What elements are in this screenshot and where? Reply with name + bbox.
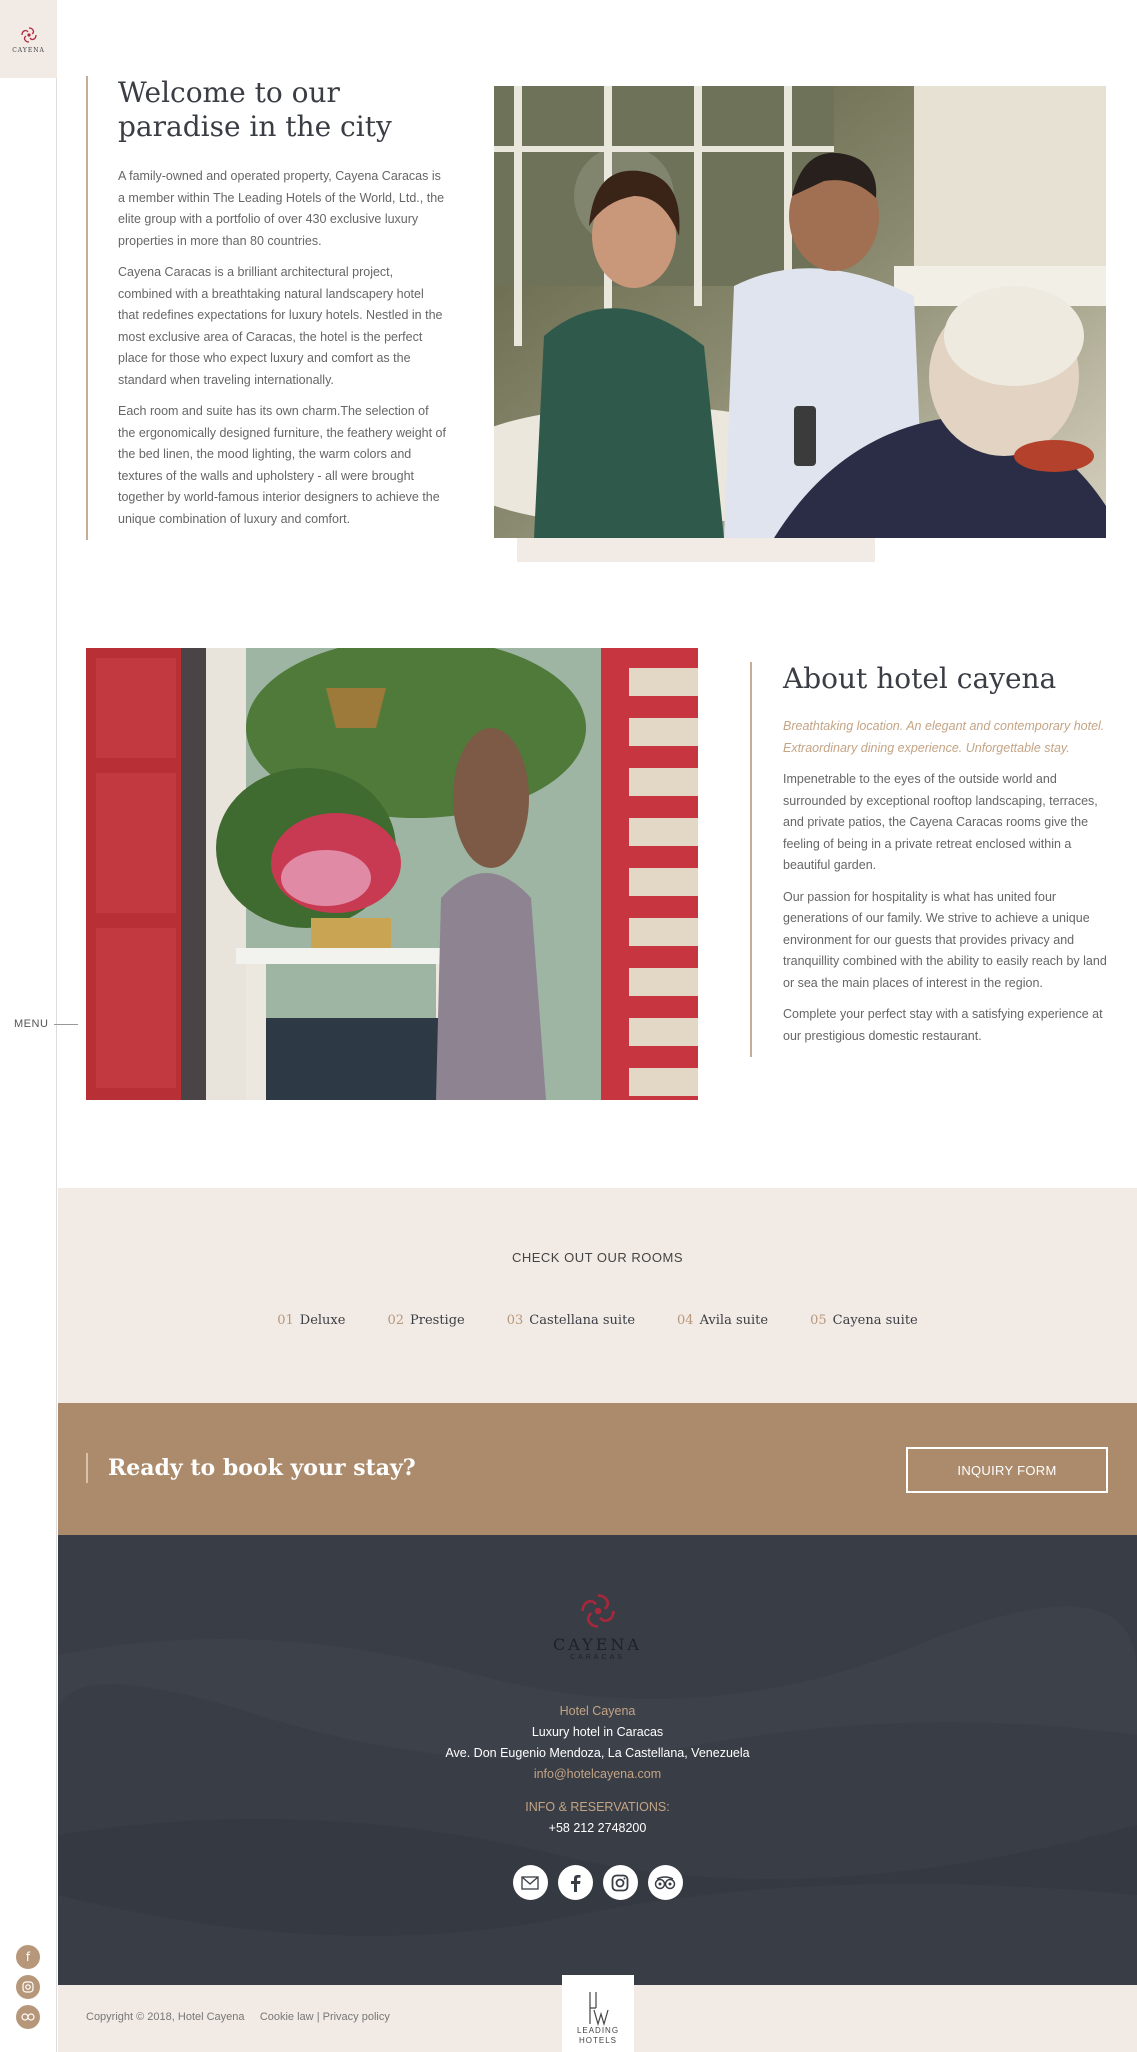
room-link-prestige[interactable]: 02 Prestige	[387, 1313, 464, 1328]
rooms-list: 01 Deluxe 02 Prestige 03 Castellana suite 0…	[58, 1313, 1137, 1328]
footer-tagline: Luxury hotel in Caracas	[531, 1725, 664, 1739]
bottom-bar: Copyright © 2018, Hotel Cayena Cookie la…	[58, 1975, 1137, 2052]
lhw-logo-icon	[589, 1992, 609, 2026]
booking-cta: Ready to book your stay? INQUIRY FORM	[58, 1403, 1137, 1535]
left-sidebar: CAYENA MENU f	[0, 0, 79, 2052]
about-paragraph: Complete your perfect stay with a satisf…	[783, 1007, 1103, 1043]
cayena-logo-icon	[580, 1594, 615, 1628]
footer-contact-info: Hotel Cayena Luxury hotel in Caracas Ave…	[58, 1701, 1137, 1839]
sidebar-social: f	[16, 1945, 40, 2029]
room-link-avila-suite[interactable]: 04 Avila suite	[677, 1313, 768, 1328]
footer-logo[interactable]: CAYENA CARACAS	[58, 1589, 1137, 1661]
privacy-policy-link[interactable]: Privacy policy	[323, 2011, 390, 2023]
room-link-castellana-suite[interactable]: 03 Castellana suite	[507, 1313, 635, 1328]
room-number: 05	[810, 1313, 827, 1328]
footer-separator: |	[316, 2011, 320, 2023]
footer-social	[58, 1865, 1137, 1900]
footer: CAYENA CARACAS Hotel Cayena Luxury hotel…	[58, 1535, 1137, 1985]
menu-label: MENU	[14, 1018, 49, 1030]
room-label: Avila suite	[699, 1313, 769, 1328]
footer-reservations-label: INFO & RESERVATIONS:	[525, 1800, 670, 1814]
footer-hotel-name: Hotel Cayena	[559, 1704, 636, 1718]
cayena-logo-icon	[20, 26, 37, 43]
rooms-section: CHECK OUT OUR ROOMS 01 Deluxe 02 Prestige …	[58, 1188, 1137, 1403]
mail-icon[interactable]	[512, 1865, 548, 1900]
lhw-line2: HOTELS	[578, 2036, 617, 2045]
about-lead: Breathtaking location. An elegant and co…	[783, 719, 1105, 755]
room-number: 02	[387, 1313, 404, 1328]
room-label: Deluxe	[299, 1313, 346, 1328]
cta-title: Ready to book your stay?	[86, 1453, 416, 1483]
sidebar-logo[interactable]: CAYENA	[0, 0, 57, 78]
welcome-title: Welcome to our paradise in the city	[118, 76, 392, 143]
about-title: About hotel cayena	[783, 662, 1057, 695]
welcome-text-block: Welcome to our paradise in the city A fa…	[86, 76, 446, 540]
copyright-line: Copyright © 2018, Hotel Cayena Cookie la…	[86, 2011, 390, 2023]
menu-line	[54, 1023, 79, 1025]
footer-address: Ave. Don Eugenio Mendoza, La Castellana,…	[445, 1746, 750, 1760]
about-paragraph: Impenetrable to the eyes of the outside …	[783, 772, 1098, 872]
cookie-law-link[interactable]: Cookie law	[260, 2011, 314, 2023]
instagram-icon[interactable]	[602, 1865, 638, 1900]
welcome-photo	[494, 86, 1106, 538]
room-link-deluxe[interactable]: 01 Deluxe	[277, 1313, 345, 1328]
room-label: Castellana suite	[529, 1313, 636, 1328]
instagram-icon[interactable]	[16, 1975, 40, 1999]
welcome-paragraph: A family-owned and operated property, Ca…	[118, 169, 445, 248]
welcome-paragraph: Each room and suite has its own charm.Th…	[118, 404, 446, 526]
footer-phone[interactable]: +58 212 2748200	[58, 1818, 1137, 1839]
room-link-cayena-suite[interactable]: 05 Cayena suite	[810, 1313, 918, 1328]
room-number: 03	[506, 1313, 524, 1328]
about-paragraph: Our passion for hospitality is what has …	[783, 889, 1107, 990]
about-photo	[86, 648, 698, 1100]
room-number: 04	[677, 1313, 694, 1328]
room-number: 01	[277, 1313, 294, 1328]
welcome-image-underlay	[517, 538, 875, 562]
menu-toggle[interactable]: MENU	[14, 1018, 79, 1030]
copyright-text: Copyright © 2018, Hotel Cayena	[86, 2011, 245, 2023]
leading-hotels-badge[interactable]: LEADING HOTELS	[562, 1975, 634, 2052]
welcome-paragraph: Cayena Caracas is a brilliant architectu…	[118, 265, 443, 387]
footer-email-link[interactable]: info@hotelcayena.com	[58, 1764, 1137, 1785]
rooms-heading: CHECK OUT OUR ROOMS	[511, 1250, 684, 1265]
footer-logo-sub: CARACAS	[570, 1654, 625, 1661]
facebook-icon[interactable]	[557, 1865, 593, 1900]
room-label: Prestige	[410, 1313, 465, 1328]
lhw-line1: LEADING	[576, 2026, 620, 2035]
footer-logo-name: CAYENA	[553, 1635, 642, 1654]
room-label: Cayena suite	[832, 1313, 918, 1328]
about-text-block: About hotel cayena Breathtaking location…	[750, 662, 1112, 1057]
sidebar-logo-text: CAYENA	[12, 46, 45, 54]
facebook-icon[interactable]: f	[16, 1945, 40, 1969]
inquiry-form-button[interactable]: INQUIRY FORM	[906, 1447, 1108, 1493]
tripadvisor-icon[interactable]	[16, 2005, 40, 2029]
tripadvisor-icon[interactable]	[647, 1865, 683, 1900]
